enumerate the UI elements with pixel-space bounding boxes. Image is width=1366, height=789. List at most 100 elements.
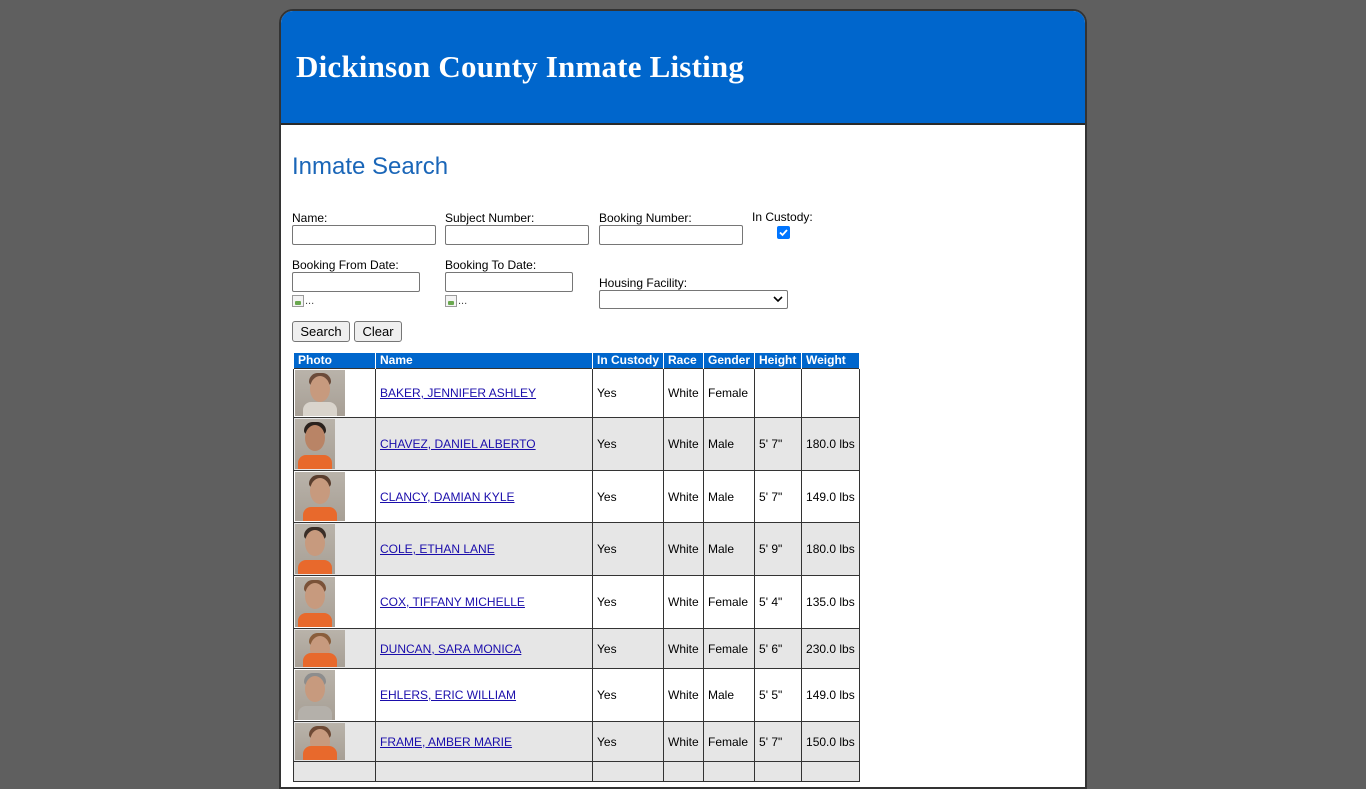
gender-cell: Male xyxy=(702,417,756,471)
table-header-row: Photo Name In Custody Race Gender Height… xyxy=(293,353,861,369)
column-header-photo: Photo xyxy=(293,353,376,369)
race-cell: White xyxy=(663,368,704,418)
inmate-photo[interactable] xyxy=(295,370,345,416)
custody-cell: Yes xyxy=(592,470,664,523)
inmate-photo[interactable] xyxy=(295,577,335,627)
inmate-name-link[interactable]: CLANCY, DAMIAN KYLE xyxy=(380,490,515,504)
custody-cell: Yes xyxy=(592,668,664,722)
inmate-name-link[interactable]: EHLERS, ERIC WILLIAM xyxy=(380,688,516,702)
table-row: DUNCAN, SARA MONICA Yes White Female 5' … xyxy=(293,628,861,669)
inmate-results-table: Photo Name In Custody Race Gender Height… xyxy=(293,353,861,782)
booking-to-date-input[interactable] xyxy=(445,272,573,292)
housing-facility-label: Housing Facility: xyxy=(599,276,688,290)
header-banner: Dickinson County Inmate Listing xyxy=(281,11,1085,125)
clear-button[interactable]: Clear xyxy=(354,321,402,342)
photo-cell xyxy=(293,761,376,782)
height-cell: 5' 7" xyxy=(754,417,803,471)
subject-number-label: Subject Number: xyxy=(445,211,535,225)
height-cell: 5' 9" xyxy=(754,522,803,576)
gender-cell: Female xyxy=(702,721,756,762)
table-row: CLANCY, DAMIAN KYLE Yes White Male 5' 7"… xyxy=(293,470,861,523)
photo-cell xyxy=(293,368,376,418)
inmate-photo[interactable] xyxy=(295,723,345,760)
inmate-name-link[interactable]: DUNCAN, SARA MONICA xyxy=(380,642,521,656)
inmate-photo[interactable] xyxy=(295,472,345,521)
search-button[interactable]: Search xyxy=(292,321,350,342)
height-cell: 5' 6" xyxy=(754,628,803,669)
race-cell: White xyxy=(663,721,704,762)
column-header-gender: Gender xyxy=(702,353,756,369)
table-row: COLE, ETHAN LANE Yes White Male 5' 9" 18… xyxy=(293,522,861,576)
height-cell xyxy=(754,761,803,782)
photo-cell xyxy=(293,668,376,722)
race-cell: White xyxy=(663,470,704,523)
height-cell xyxy=(754,368,803,418)
name-cell: CHAVEZ, DANIEL ALBERTO xyxy=(375,417,593,471)
name-input[interactable] xyxy=(292,225,436,245)
inmate-name-link[interactable]: COLE, ETHAN LANE xyxy=(380,542,495,556)
custody-cell xyxy=(592,761,664,782)
booking-number-label: Booking Number: xyxy=(599,211,692,225)
name-cell: CLANCY, DAMIAN KYLE xyxy=(375,470,593,523)
inmate-photo[interactable] xyxy=(295,524,335,574)
broken-image-icon xyxy=(445,295,457,307)
photo-cell xyxy=(293,721,376,762)
name-cell: COX, TIFFANY MICHELLE xyxy=(375,575,593,629)
photo-cell xyxy=(293,470,376,523)
inmate-name-link[interactable]: CHAVEZ, DANIEL ALBERTO xyxy=(380,437,536,451)
weight-cell: 230.0 lbs xyxy=(801,628,861,669)
table-row: FRAME, AMBER MARIE Yes White Female 5' 7… xyxy=(293,721,861,762)
name-cell: FRAME, AMBER MARIE xyxy=(375,721,593,762)
weight-cell: 180.0 lbs xyxy=(801,522,861,576)
weight-cell: 149.0 lbs xyxy=(801,668,861,722)
custody-cell: Yes xyxy=(592,417,664,471)
race-cell: White xyxy=(663,417,704,471)
from-calendar-alt: ... xyxy=(305,295,315,307)
race-cell xyxy=(663,761,704,782)
name-cell: BAKER, JENNIFER ASHLEY xyxy=(375,368,593,418)
race-cell: White xyxy=(663,668,704,722)
gender-cell: Female xyxy=(702,575,756,629)
custody-cell: Yes xyxy=(592,628,664,669)
height-cell: 5' 7" xyxy=(754,470,803,523)
name-cell xyxy=(375,761,593,782)
name-cell: COLE, ETHAN LANE xyxy=(375,522,593,576)
page-frame: Dickinson County Inmate Listing Inmate S… xyxy=(279,9,1087,789)
inmate-photo[interactable] xyxy=(295,419,335,469)
table-row: CHAVEZ, DANIEL ALBERTO Yes White Male 5'… xyxy=(293,417,861,471)
inmate-name-link[interactable]: BAKER, JENNIFER ASHLEY xyxy=(380,386,536,400)
to-calendar-alt: ... xyxy=(458,295,468,307)
inmate-name-link[interactable]: FRAME, AMBER MARIE xyxy=(380,735,512,749)
subject-number-input[interactable] xyxy=(445,225,589,245)
gender-cell: Male xyxy=(702,470,756,523)
race-cell: White xyxy=(663,522,704,576)
chevron-down-icon xyxy=(773,296,783,303)
booking-number-input[interactable] xyxy=(599,225,743,245)
column-header-name: Name xyxy=(375,353,593,369)
name-cell: DUNCAN, SARA MONICA xyxy=(375,628,593,669)
in-custody-label: In Custody: xyxy=(752,210,813,224)
name-cell: EHLERS, ERIC WILLIAM xyxy=(375,668,593,722)
in-custody-checkbox[interactable] xyxy=(777,226,790,239)
photo-cell xyxy=(293,575,376,629)
booking-from-date-input[interactable] xyxy=(292,272,420,292)
column-header-in-custody: In Custody xyxy=(592,353,664,369)
photo-cell xyxy=(293,522,376,576)
custody-cell: Yes xyxy=(592,368,664,418)
custody-cell: Yes xyxy=(592,575,664,629)
photo-cell xyxy=(293,417,376,471)
inmate-photo[interactable] xyxy=(295,670,335,720)
inmate-photo[interactable] xyxy=(295,630,345,667)
height-cell: 5' 7" xyxy=(754,721,803,762)
to-calendar-icon[interactable]: ... xyxy=(445,294,467,308)
table-row: EHLERS, ERIC WILLIAM Yes White Male 5' 5… xyxy=(293,668,861,722)
race-cell: White xyxy=(663,628,704,669)
weight-cell xyxy=(801,368,861,418)
weight-cell: 180.0 lbs xyxy=(801,417,861,471)
table-row xyxy=(293,761,861,782)
weight-cell: 150.0 lbs xyxy=(801,721,861,762)
housing-facility-select[interactable] xyxy=(599,290,788,309)
from-calendar-icon[interactable]: ... xyxy=(292,294,314,308)
inmate-name-link[interactable]: COX, TIFFANY MICHELLE xyxy=(380,595,525,609)
page-title: Inmate Search xyxy=(292,153,449,180)
